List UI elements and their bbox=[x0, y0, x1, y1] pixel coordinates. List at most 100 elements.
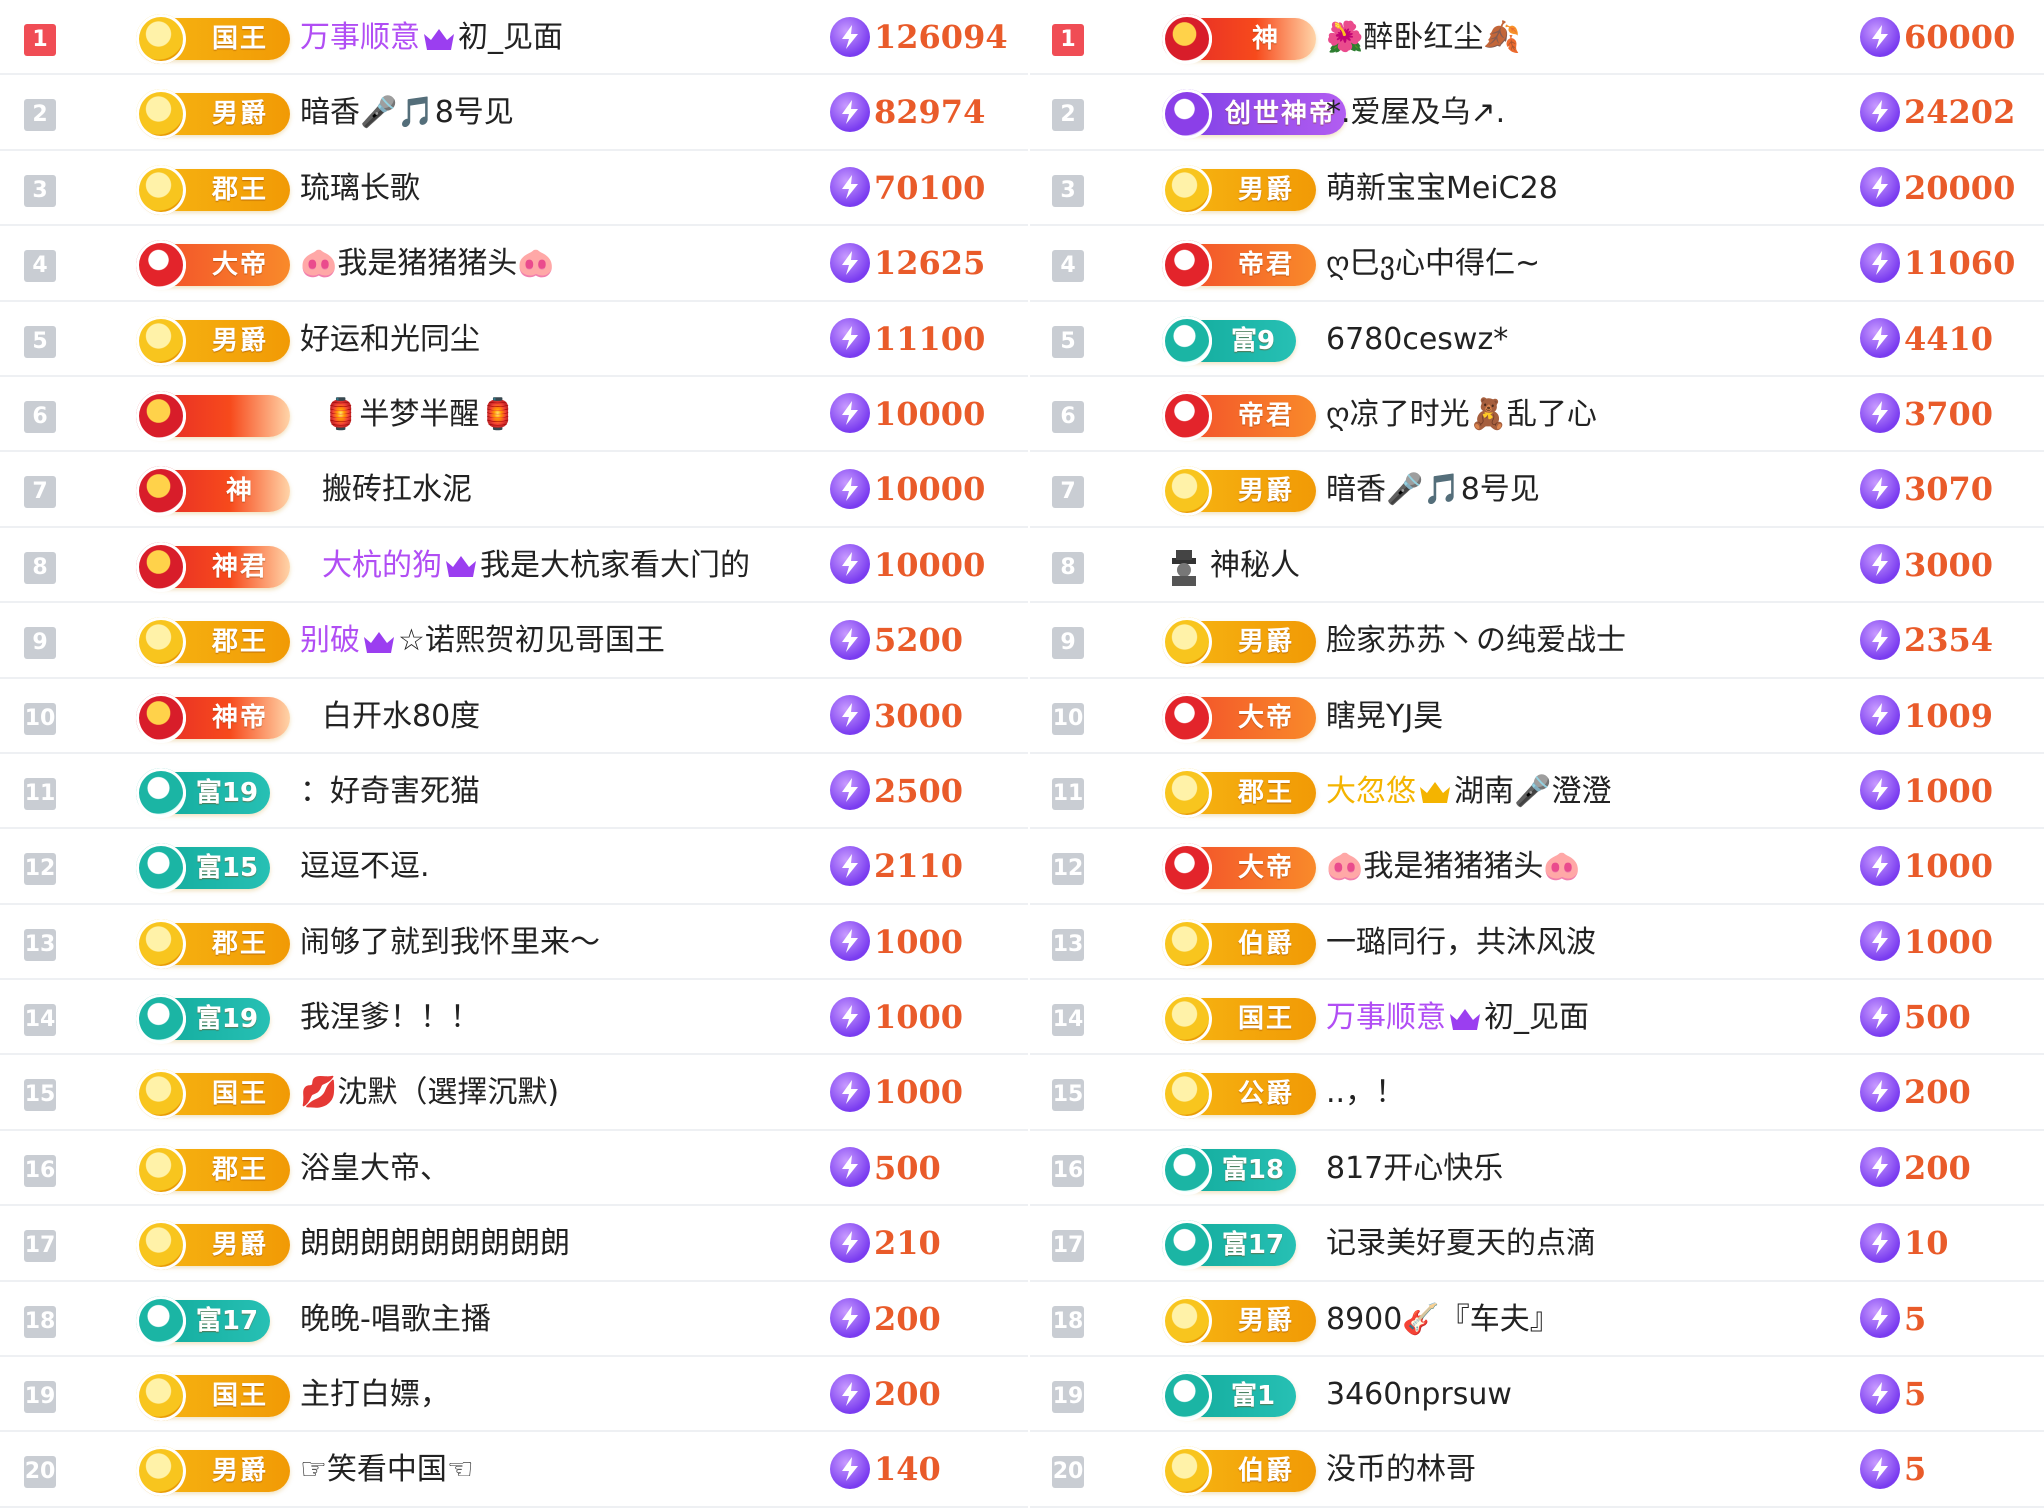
user-name[interactable]: 别破 ☆诺熙贺初见哥国王 bbox=[300, 603, 665, 678]
user-name[interactable]: 3460nprsuw bbox=[1326, 1357, 1512, 1432]
leaderboard-row[interactable]: 18 富17 晚晚-唱歌主播 200 bbox=[0, 1282, 1028, 1358]
rank-number: 7 bbox=[24, 476, 56, 509]
user-name[interactable]: 萌新宝宝MeiC28 bbox=[1326, 151, 1558, 226]
leaderboard-row[interactable]: 10 大帝 瞎晃YJ昊 1009 bbox=[1030, 679, 2044, 754]
leaderboard-row[interactable]: 7 神 搬砖扛水泥 10000 bbox=[0, 452, 1028, 528]
lightning-coin-icon bbox=[1860, 1448, 1900, 1489]
user-name[interactable]: ：好奇害死猫 bbox=[300, 754, 480, 829]
leaderboard-row[interactable]: 16 富18 817开心快乐 200 bbox=[1030, 1131, 2044, 1207]
user-name[interactable]: *.爱屋及乌↗. bbox=[1326, 75, 1505, 150]
user-name[interactable]: 瞎晃YJ昊 bbox=[1326, 679, 1443, 754]
leaderboard-row[interactable]: 20 伯爵 没币的林哥 5 bbox=[1030, 1432, 2044, 1508]
lightning-coin-icon bbox=[1860, 544, 1900, 585]
user-name[interactable]: 搬砖扛水泥 bbox=[322, 452, 472, 527]
user-name[interactable]: 6780ceswz* bbox=[1326, 302, 1508, 377]
score-value: 60000 bbox=[1860, 0, 2015, 75]
rank-number: 15 bbox=[24, 1079, 56, 1112]
leaderboard-row[interactable]: 2 创世神帝 *.爱屋及乌↗. 24202 bbox=[1030, 75, 2044, 151]
leaderboard-row[interactable]: 6 🏮半梦半醒🏮 10000 bbox=[0, 377, 1028, 453]
user-name[interactable]: 大杭的狗 我是大杭家看大门的 bbox=[322, 528, 750, 603]
user-name[interactable]: 暗香🎤🎵8号见 bbox=[1326, 452, 1540, 527]
user-name[interactable]: ..，！ bbox=[1326, 1055, 1405, 1130]
leaderboard-row[interactable]: 3 男爵 萌新宝宝MeiC28 20000 bbox=[1030, 151, 2044, 227]
level-badge: 国王 bbox=[136, 14, 290, 64]
leaderboard-row[interactable]: 8 神秘人 3000 bbox=[1030, 528, 2044, 604]
badge-medal-icon bbox=[136, 390, 186, 441]
leaderboard-right-column: 1 神 🌺醉卧红尘🍂 60000 2 创世神帝 *.爱屋及乌↗. 24202 3 男爵 萌新宝宝Me… bbox=[1030, 0, 2044, 1508]
leaderboard-row[interactable]: 5 富9 6780ceswz* 4410 bbox=[1030, 302, 2044, 377]
score-value: 200 bbox=[1860, 1131, 1971, 1206]
leaderboard-row[interactable]: 4 大帝 🐽我是猪猪猪头🐽 12625 bbox=[0, 226, 1028, 302]
user-name[interactable]: 琉璃长歌 bbox=[300, 151, 420, 226]
badge-medal-icon bbox=[136, 767, 186, 818]
leaderboard-row[interactable]: 19 国王 主打白嫖， 200 bbox=[0, 1357, 1028, 1433]
leaderboard-row[interactable]: 1 神 🌺醉卧红尘🍂 60000 bbox=[1030, 0, 2044, 76]
leaderboard-row[interactable]: 10 神帝 白开水80度 3000 bbox=[0, 679, 1028, 754]
leaderboard-row[interactable]: 13 郡王 闹够了就到我怀里来～ 1000 bbox=[0, 905, 1028, 981]
leaderboard-row[interactable]: 3 郡王 琉璃长歌 70100 bbox=[0, 151, 1028, 227]
leaderboard-row[interactable]: 1 国王 万事顺意 初_见面 126094 bbox=[0, 0, 1028, 76]
user-name[interactable]: ღ凉了时光🧸乱了心 bbox=[1326, 377, 1597, 452]
leaderboard-row[interactable]: 20 男爵 ☞笑看中国☜ 140 bbox=[0, 1432, 1028, 1508]
leaderboard-row[interactable]: 14 国王 万事顺意 初_见面 500 bbox=[1030, 980, 2044, 1056]
user-name[interactable]: 💋沈默（選擇沉默) bbox=[300, 1055, 559, 1130]
leaderboard-row[interactable]: 4 帝君 ღ巳ვ心中得仁~ 11060 bbox=[1030, 226, 2044, 302]
user-name[interactable]: ღ巳ვ心中得仁~ bbox=[1326, 226, 1540, 301]
leaderboard-row[interactable]: 15 公爵 ..，！ 200 bbox=[1030, 1055, 2044, 1131]
leaderboard-row[interactable]: 2 男爵 暗香🎤🎵8号见 82974 bbox=[0, 75, 1028, 151]
user-name[interactable]: 主打白嫖， bbox=[300, 1357, 450, 1432]
score-number: 10000 bbox=[874, 470, 986, 509]
user-name[interactable]: 逗逗不逗. bbox=[300, 829, 430, 904]
badge-label: 国王 bbox=[1237, 1004, 1294, 1035]
user-name[interactable]: ☞笑看中国☜ bbox=[300, 1432, 474, 1507]
user-name[interactable]: 🏮半梦半醒🏮 bbox=[322, 377, 517, 452]
leaderboard-row[interactable]: 9 男爵 脸家苏苏丶の纯爱战士 2354 bbox=[1030, 603, 2044, 679]
leaderboard-row[interactable]: 9 郡王 别破 ☆诺熙贺初见哥国王 5200 bbox=[0, 603, 1028, 679]
user-name[interactable]: 8900🎸『车夫』 bbox=[1326, 1282, 1560, 1357]
leaderboard-row[interactable]: 5 男爵 好运和光同尘 11100 bbox=[0, 302, 1028, 377]
user-name[interactable]: 晚晚-唱歌主播 bbox=[300, 1282, 491, 1357]
user-name[interactable]: 朗朗朗朗朗朗朗朗朗 bbox=[300, 1206, 570, 1281]
leaderboard-row[interactable]: 18 男爵 8900🎸『车夫』 5 bbox=[1030, 1282, 2044, 1358]
leaderboard-row[interactable]: 12 大帝 🐽我是猪猪猪头🐽 1000 bbox=[1030, 829, 2044, 905]
user-name[interactable]: 🐽我是猪猪猪头🐽 bbox=[300, 226, 555, 301]
user-name[interactable]: 脸家苏苏丶の纯爱战士 bbox=[1326, 603, 1626, 678]
user-name[interactable]: 好运和光同尘 bbox=[300, 302, 480, 377]
leaderboard-row[interactable]: 11 富19 ：好奇害死猫 2500 bbox=[0, 754, 1028, 830]
user-name[interactable]: 我涅爹！！！ bbox=[300, 980, 480, 1055]
user-name[interactable]: 一璐同行，共沐风波 bbox=[1326, 905, 1596, 980]
user-name[interactable]: 🌺醉卧红尘🍂 bbox=[1326, 0, 1521, 75]
rank-number: 19 bbox=[24, 1381, 56, 1414]
leaderboard-row[interactable]: 17 富17 记录美好夏天的点滴 10 bbox=[1030, 1206, 2044, 1282]
user-name[interactable]: 闹够了就到我怀里来～ bbox=[300, 905, 600, 980]
leaderboard-row[interactable]: 17 男爵 朗朗朗朗朗朗朗朗朗 210 bbox=[0, 1206, 1028, 1282]
user-name[interactable]: 大忽悠 湖南🎤澄澄 bbox=[1326, 754, 1611, 829]
leaderboard-row[interactable]: 6 帝君 ღ凉了时光🧸乱了心 3700 bbox=[1030, 377, 2044, 453]
leaderboard-row[interactable]: 12 富15 逗逗不逗. 2110 bbox=[0, 829, 1028, 905]
user-name[interactable]: 记录美好夏天的点滴 bbox=[1326, 1206, 1596, 1281]
user-name-text: 逗逗不逗. bbox=[300, 849, 430, 885]
user-name[interactable]: 暗香🎤🎵8号见 bbox=[300, 75, 514, 150]
leaderboard-row[interactable]: 16 郡王 浴皇大帝、 500 bbox=[0, 1131, 1028, 1207]
score-value: 4410 bbox=[1860, 302, 1993, 377]
leaderboard-row[interactable]: 8 神君 大杭的狗 我是大杭家看大门的 10000 bbox=[0, 528, 1028, 604]
user-name[interactable]: 817开心快乐 bbox=[1326, 1131, 1503, 1206]
leaderboard-row[interactable]: 7 男爵 暗香🎤🎵8号见 3070 bbox=[1030, 452, 2044, 528]
lightning-coin-icon bbox=[830, 468, 870, 509]
user-name[interactable]: 白开水80度 bbox=[322, 679, 480, 754]
user-name[interactable]: 浴皇大帝、 bbox=[300, 1131, 450, 1206]
level-badge: 郡王 bbox=[136, 918, 290, 969]
leaderboard-row[interactable]: 13 伯爵 一璐同行，共沐风波 1000 bbox=[1030, 905, 2044, 981]
user-name[interactable]: 🐽我是猪猪猪头🐽 bbox=[1326, 829, 1581, 904]
user-name[interactable]: 万事顺意 初_见面 bbox=[300, 0, 563, 75]
user-name[interactable]: 没币的林哥 bbox=[1326, 1432, 1476, 1507]
rank-number: 7 bbox=[1052, 476, 1084, 509]
leaderboard-row[interactable]: 14 富19 我涅爹！！！ 1000 bbox=[0, 980, 1028, 1056]
user-name[interactable]: 万事顺意 初_见面 bbox=[1326, 980, 1589, 1055]
score-number: 82974 bbox=[874, 93, 986, 132]
leaderboard-row[interactable]: 15 国王 💋沈默（選擇沉默) 1000 bbox=[0, 1055, 1028, 1131]
leaderboard-row[interactable]: 19 富1 3460nprsuw 5 bbox=[1030, 1357, 2044, 1433]
lightning-coin-icon bbox=[830, 695, 870, 736]
user-name[interactable]: 神秘人 bbox=[1210, 528, 1300, 603]
leaderboard-row[interactable]: 11 郡王 大忽悠 湖南🎤澄澄 1000 bbox=[1030, 754, 2044, 830]
